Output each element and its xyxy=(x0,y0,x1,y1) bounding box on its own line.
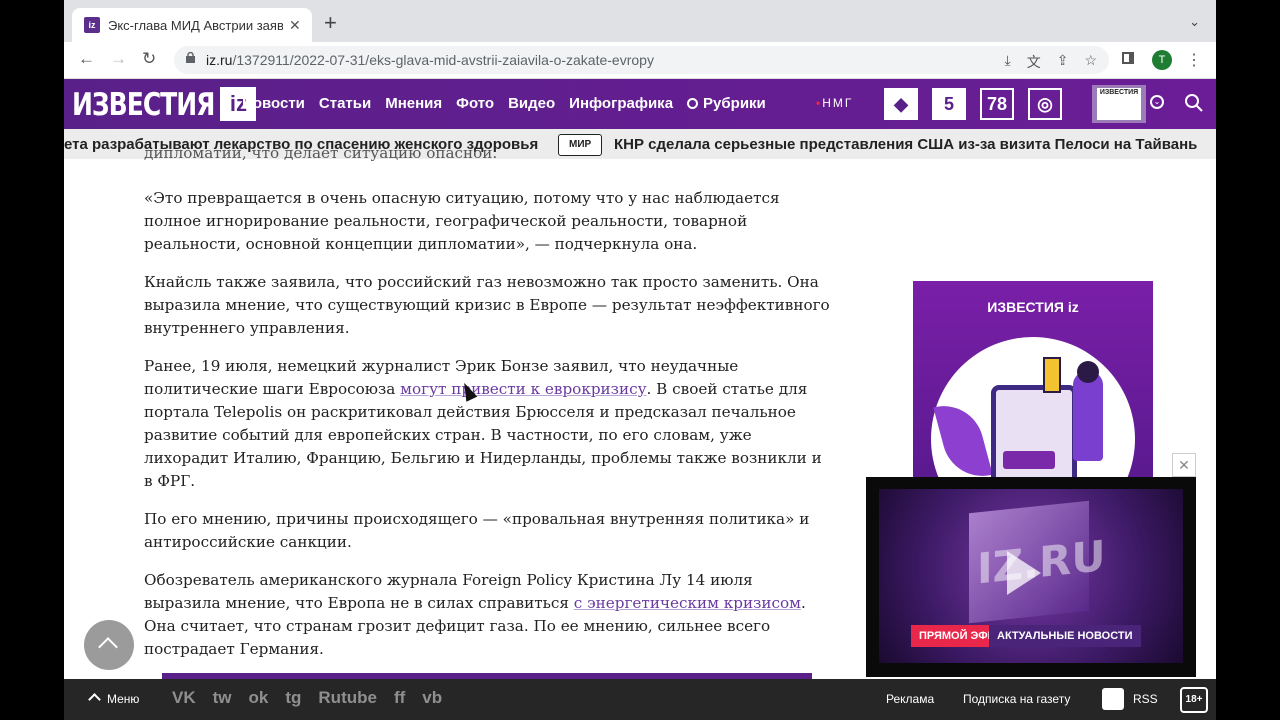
tab-close-icon[interactable]: ✕ xyxy=(289,17,301,34)
odnoklassniki-icon[interactable]: ok xyxy=(249,688,269,708)
newspaper-chevron-icon[interactable]: ⌄ xyxy=(1150,95,1164,109)
url-host: iz.ru xyxy=(206,52,233,68)
address-url: iz.ru/1372911/2022-07-31/eks-glava-mid-a… xyxy=(206,52,654,68)
browser-window: iz Экс-глава МИД Австрии заяв... ✕ + ⌄ ←… xyxy=(64,0,1216,720)
news-badge: АКТУАЛЬНЫЕ НОВОСТИ xyxy=(989,625,1141,647)
footer-menu-button[interactable]: Меню xyxy=(88,692,140,706)
site-header: ИЗВЕСТИЯ iz Новости Статьи Мнения Фото В… xyxy=(64,79,1216,129)
profile-avatar[interactable]: T xyxy=(1152,50,1172,70)
telegram-icon[interactable]: tg xyxy=(285,688,301,708)
nav-rubriki[interactable]: Рубрики xyxy=(687,95,766,112)
footer-ads-link[interactable]: Реклама xyxy=(886,692,934,706)
article-paragraph: дипломатии, что делает ситуацию опасной. xyxy=(144,150,498,162)
rutube-link[interactable]: Rutube xyxy=(318,688,377,708)
ad-logo: ИЗВЕСТИЯ iz xyxy=(987,299,1079,315)
bookmark-star-icon[interactable]: ☆ xyxy=(1084,52,1097,72)
viber-icon[interactable]: vb xyxy=(422,688,442,708)
channel-globe-icon[interactable]: ◎ xyxy=(1028,88,1062,120)
site-logo[interactable]: ИЗВЕСТИЯ iz xyxy=(72,85,257,123)
tab-title: Экс-глава МИД Австрии заяв... xyxy=(108,17,283,33)
footer-subscribe-link[interactable]: Подписка на газету xyxy=(963,692,1070,706)
browser-toolbar: ← → ↻ iz.ru/1372911/2022-07-31/eks-glava… xyxy=(64,42,1216,79)
article-paragraph: По его мнению, причины происходящего — «… xyxy=(144,510,810,551)
reload-icon[interactable]: ↻ xyxy=(142,50,156,68)
newspaper-thumbnail[interactable]: ИЗВЕСТИЯ xyxy=(1092,85,1146,123)
video-close-icon[interactable]: ✕ xyxy=(1172,453,1196,477)
nmg-label: НМГ xyxy=(822,96,854,110)
social-links: VK tw ok tg Rutube ff vb xyxy=(172,688,442,708)
new-tab-icon[interactable]: + xyxy=(324,12,337,34)
nav-photo[interactable]: Фото xyxy=(456,95,494,112)
article-paragraph: «Это превращается в очень опасную ситуац… xyxy=(144,189,780,253)
translate-icon[interactable]: 文 xyxy=(1027,52,1041,72)
article-paragraph: Кнайсль также заявила, что российский га… xyxy=(144,273,830,337)
cube-text: IZ.RU xyxy=(977,530,1106,594)
chevron-up-icon xyxy=(88,693,101,706)
link-energy-crisis[interactable]: с энергетическим кризисом xyxy=(574,594,801,612)
site-footer: Меню VK tw ok tg Rutube ff vb Реклама По… xyxy=(64,679,1216,720)
nav-video[interactable]: Видео xyxy=(508,95,555,112)
ad-card-illustration xyxy=(1043,357,1061,393)
flipboard-icon[interactable]: ff xyxy=(394,688,405,708)
article-body: дипломатии, что делает ситуацию опасной.… xyxy=(144,150,834,676)
tab-strip: iz Экс-глава МИД Австрии заяв... ✕ + ⌄ xyxy=(64,0,1216,42)
scroll-up-button[interactable] xyxy=(84,620,134,670)
ren-tv-icon[interactable]: ◆ xyxy=(884,88,918,120)
vk-icon[interactable]: VK xyxy=(172,688,196,708)
search-icon[interactable] xyxy=(1184,93,1204,113)
logo-word: ИЗВЕСТИЯ xyxy=(72,85,215,123)
chevron-up-icon xyxy=(98,637,118,657)
rss-icon[interactable] xyxy=(1102,688,1124,710)
back-icon[interactable]: ← xyxy=(78,50,95,68)
footer-rss-link[interactable]: RSS xyxy=(1133,692,1158,706)
twitter-icon[interactable]: tw xyxy=(213,688,232,708)
nav-opinions[interactable]: Мнения xyxy=(385,95,442,112)
nmg-logo[interactable]: •НМГ xyxy=(816,96,853,110)
advertisement-banner[interactable]: ИЗВЕСТИЯ iz xyxy=(913,281,1153,481)
rubriki-label: Рубрики xyxy=(703,95,766,112)
article-paragraph: Ранее, 19 июля, немецкий журналист Эрик … xyxy=(144,355,834,493)
lock-icon xyxy=(186,52,195,63)
browser-menu-icon[interactable]: ⋮ xyxy=(1186,50,1202,70)
link-eurocrisis[interactable]: могут привести к еврокризису xyxy=(400,380,646,398)
article-paragraph: Обозреватель американского журнала Forei… xyxy=(144,569,834,661)
ad-person-head xyxy=(1077,361,1099,383)
chevron-circle-icon xyxy=(687,98,699,109)
side-panel-icon[interactable] xyxy=(1122,52,1134,64)
play-icon[interactable] xyxy=(1007,551,1041,595)
ad-phone-button xyxy=(1003,451,1055,469)
nav-infographics[interactable]: Инфографика xyxy=(569,95,673,112)
video-screen[interactable]: IZ.RU ПРЯМОЙ ЭФИР АКТУАЛЬНЫЕ НОВОСТИ xyxy=(879,489,1183,663)
footer-menu-label: Меню xyxy=(107,692,140,706)
address-bar[interactable]: iz.ru/1372911/2022-07-31/eks-glava-mid-a… xyxy=(174,46,1109,74)
age-rating-badge: 18+ xyxy=(1180,687,1208,713)
floating-video-player[interactable]: IZ.RU ПРЯМОЙ ЭФИР АКТУАЛЬНЫЕ НОВОСТИ xyxy=(866,477,1196,677)
forward-icon[interactable]: → xyxy=(110,50,127,68)
share-icon[interactable]: ⇪ xyxy=(1057,52,1069,72)
nav-articles[interactable]: Статьи xyxy=(319,95,371,112)
url-path: /1372911/2022-07-31/eks-glava-mid-avstri… xyxy=(232,52,654,68)
site-favicon: iz xyxy=(84,17,100,33)
nav-news[interactable]: Новости xyxy=(242,95,305,112)
channel-78-logo[interactable]: 78 xyxy=(980,88,1014,120)
install-icon[interactable]: ⤓ xyxy=(1005,52,1011,72)
channel-5-logo[interactable]: 5 xyxy=(932,88,966,120)
tab-search-chevron-icon[interactable]: ⌄ xyxy=(1189,14,1200,30)
channel-links: ◆ 5 78 ◎ xyxy=(884,88,1062,120)
newspaper-label: ИЗВЕСТИЯ xyxy=(1097,88,1141,120)
browser-tab[interactable]: iz Экс-глава МИД Австрии заяв... ✕ xyxy=(72,8,312,42)
ad-person-illustration xyxy=(1073,371,1103,461)
main-nav: Новости Статьи Мнения Фото Видео Инфогра… xyxy=(242,95,780,112)
